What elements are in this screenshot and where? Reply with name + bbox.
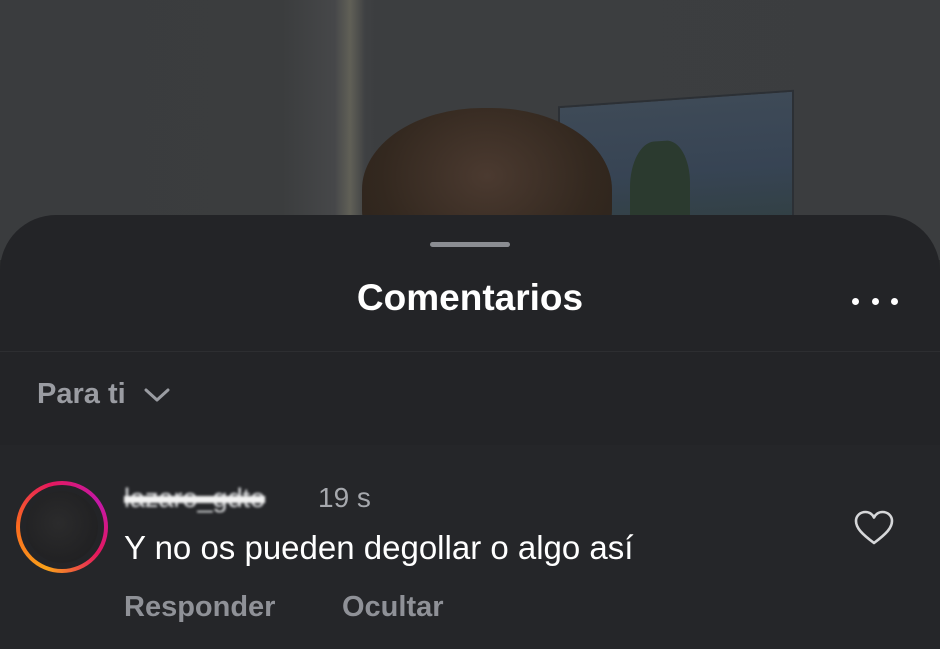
like-button[interactable] <box>854 510 894 546</box>
header-divider <box>0 351 940 352</box>
comment-username[interactable]: lazaro_gdto <box>124 481 308 515</box>
heart-icon <box>854 510 894 545</box>
comments-sheet: Comentarios Para ti lazaro_gdto 19 s Y n… <box>0 215 940 649</box>
comment-timestamp: 19 s <box>318 482 371 513</box>
sheet-grab-handle[interactable] <box>430 242 510 247</box>
more-horizontal-icon <box>852 297 859 305</box>
reply-button[interactable]: Responder <box>124 590 275 624</box>
hide-button[interactable]: Ocultar <box>342 590 444 624</box>
sheet-title: Comentarios <box>356 277 584 318</box>
comment-text: Y no os pueden degollar o algo así <box>124 529 634 566</box>
avatar-story-ring[interactable] <box>16 481 108 573</box>
filter-label: Para ti <box>37 378 126 410</box>
more-horizontal-icon-dot <box>891 297 898 305</box>
chevron-down-icon <box>144 387 170 403</box>
comment-item: lazaro_gdto 19 s Y no os pueden degollar… <box>0 445 940 649</box>
comment-filter-dropdown[interactable]: Para ti <box>37 378 170 411</box>
more-horizontal-icon-dot <box>871 297 879 305</box>
avatar <box>20 485 104 569</box>
more-options-button[interactable] <box>852 289 898 313</box>
